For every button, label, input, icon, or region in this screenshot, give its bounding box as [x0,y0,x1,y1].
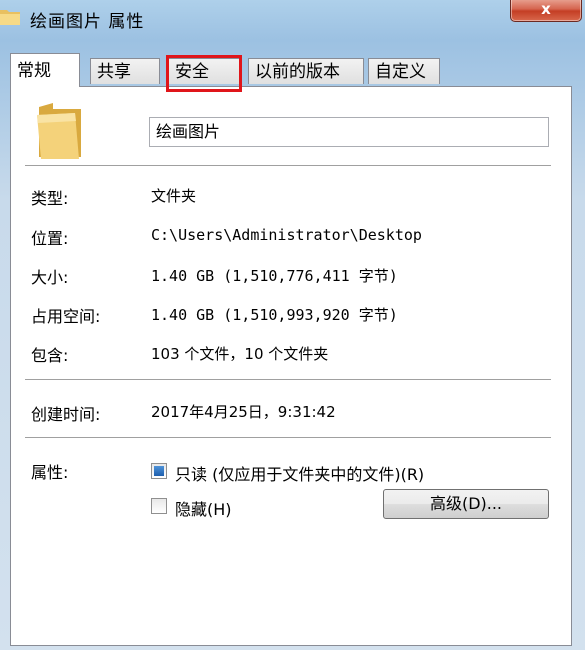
attributes-label: 属性: [31,463,69,482]
tab-sharing[interactable]: 共享 [90,58,160,84]
close-icon: x [541,0,551,18]
tab-customize[interactable]: 自定义 [368,58,440,84]
general-panel: 绘画图片 类型: 文件夹 位置: C:\Users\Administrator\… [10,86,572,646]
readonly-checkbox[interactable] [151,463,167,479]
size-on-disk-label: 占用空间: [31,307,101,326]
contains-value: 103 个文件，10 个文件夹 [151,345,329,363]
tab-general[interactable]: 常规 [10,53,80,87]
contains-label: 包含: [31,346,69,365]
tab-strip: 常规 共享 安全 以前的版本 自定义 [10,50,570,90]
divider [25,437,551,439]
close-button[interactable]: x [510,0,582,22]
created-label: 创建时间: [31,405,101,424]
type-label: 类型: [31,189,69,208]
type-value: 文件夹 [151,187,197,205]
divider [25,379,551,381]
window-title: 绘画图片 属性 [30,12,145,32]
folder-name-field[interactable]: 绘画图片 [149,117,549,147]
location-label: 位置: [31,229,69,248]
created-value: 2017年4月25日，9:31:42 [151,403,336,421]
size-label: 大小: [31,268,69,287]
folder-icon [0,10,20,25]
tab-previous-versions[interactable]: 以前的版本 [248,58,364,84]
title-bar[interactable]: 绘画图片 属性 x [0,0,585,36]
advanced-button[interactable]: 高级(D)... [383,489,549,519]
divider [25,165,551,167]
size-on-disk-value: 1.40 GB (1,510,993,920 字节) [151,306,398,324]
properties-window: 绘画图片 属性 x 常规 共享 安全 以前的版本 自定义 绘画图片 类型: 文件… [0,0,585,650]
security-tab-highlight [166,55,242,92]
size-value: 1.40 GB (1,510,776,411 字节) [151,267,398,285]
readonly-label[interactable]: 只读 (仅应用于文件夹中的文件)(R) [175,461,424,485]
hidden-checkbox[interactable] [151,498,167,514]
location-value: C:\Users\Administrator\Desktop [151,226,422,244]
hidden-label[interactable]: 隐藏(H) [175,496,232,520]
folder-icon [37,103,81,159]
